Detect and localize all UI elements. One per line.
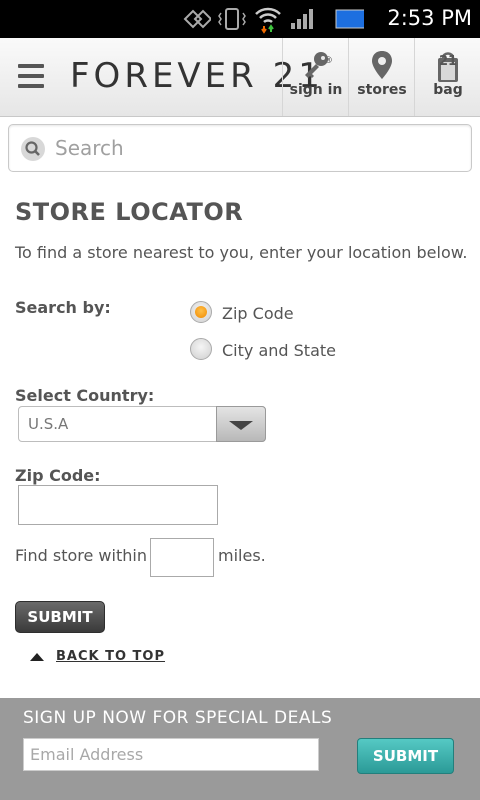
status-bar: 2:53 PM xyxy=(0,0,480,38)
back-to-top-label: BACK TO TOP xyxy=(56,649,166,664)
map-pin-icon xyxy=(372,51,392,79)
search-bar xyxy=(8,124,472,172)
wifi-icon xyxy=(255,7,281,34)
arrow-up-icon xyxy=(30,652,44,661)
newsletter-submit-button[interactable]: SUBMIT xyxy=(357,738,454,774)
country-label: Select Country: xyxy=(15,386,155,405)
submit-button[interactable]: SUBMIT xyxy=(15,601,105,633)
bag-label: bag xyxy=(433,82,463,98)
country-select[interactable]: U.S.A xyxy=(18,406,266,442)
miles-field[interactable] xyxy=(150,538,214,577)
status-icons xyxy=(181,4,315,34)
sign-in-label: sign in xyxy=(289,82,343,98)
newsletter-heading: SIGN UP NOW FOR SPECIAL DEALS xyxy=(23,708,333,728)
search-icon[interactable] xyxy=(21,137,45,161)
signal-icon xyxy=(291,9,313,29)
zip-code-field[interactable] xyxy=(18,485,218,525)
country-value: U.S.A xyxy=(28,415,69,433)
menu-bar-icon xyxy=(18,74,44,78)
zip-code-radio[interactable] xyxy=(190,301,212,323)
vibrate-icon xyxy=(218,8,246,30)
intro-text: To find a store nearest to you, enter yo… xyxy=(15,243,468,262)
miles-suffix: miles. xyxy=(218,546,266,565)
magnifier-icon xyxy=(25,141,40,156)
page-title: STORE LOCATOR xyxy=(15,198,244,226)
app-header: FOREVER 21® sign in stores 21 bag xyxy=(0,38,480,117)
chevron-down-icon[interactable] xyxy=(216,406,266,442)
menu-bar-icon xyxy=(18,64,44,68)
menu-button[interactable] xyxy=(18,64,44,88)
status-time: 2:53 PM xyxy=(387,6,472,30)
find-within-label: Find store within xyxy=(15,546,147,565)
bag-button[interactable]: 21 bag xyxy=(414,38,480,116)
stores-label: stores xyxy=(357,82,407,98)
stores-button[interactable]: stores xyxy=(348,38,415,116)
newsletter-footer: SIGN UP NOW FOR SPECIAL DEALS SUBMIT xyxy=(0,698,480,800)
data-sync-icon xyxy=(183,9,211,29)
sign-in-button[interactable]: sign in xyxy=(282,38,349,116)
zip-code-option-label[interactable]: Zip Code xyxy=(222,304,294,323)
search-input[interactable] xyxy=(53,133,457,163)
city-state-option-label[interactable]: City and State xyxy=(222,341,336,360)
zip-code-label: Zip Code: xyxy=(15,466,101,485)
battery-icon xyxy=(335,9,364,29)
menu-bar-icon xyxy=(18,84,44,88)
key-icon xyxy=(305,52,328,78)
search-by-label: Search by: xyxy=(15,298,111,317)
city-state-radio[interactable] xyxy=(190,338,212,360)
email-field[interactable] xyxy=(23,738,319,771)
bag-count: 21 xyxy=(438,54,458,69)
back-to-top-link[interactable]: BACK TO TOP xyxy=(30,649,165,664)
